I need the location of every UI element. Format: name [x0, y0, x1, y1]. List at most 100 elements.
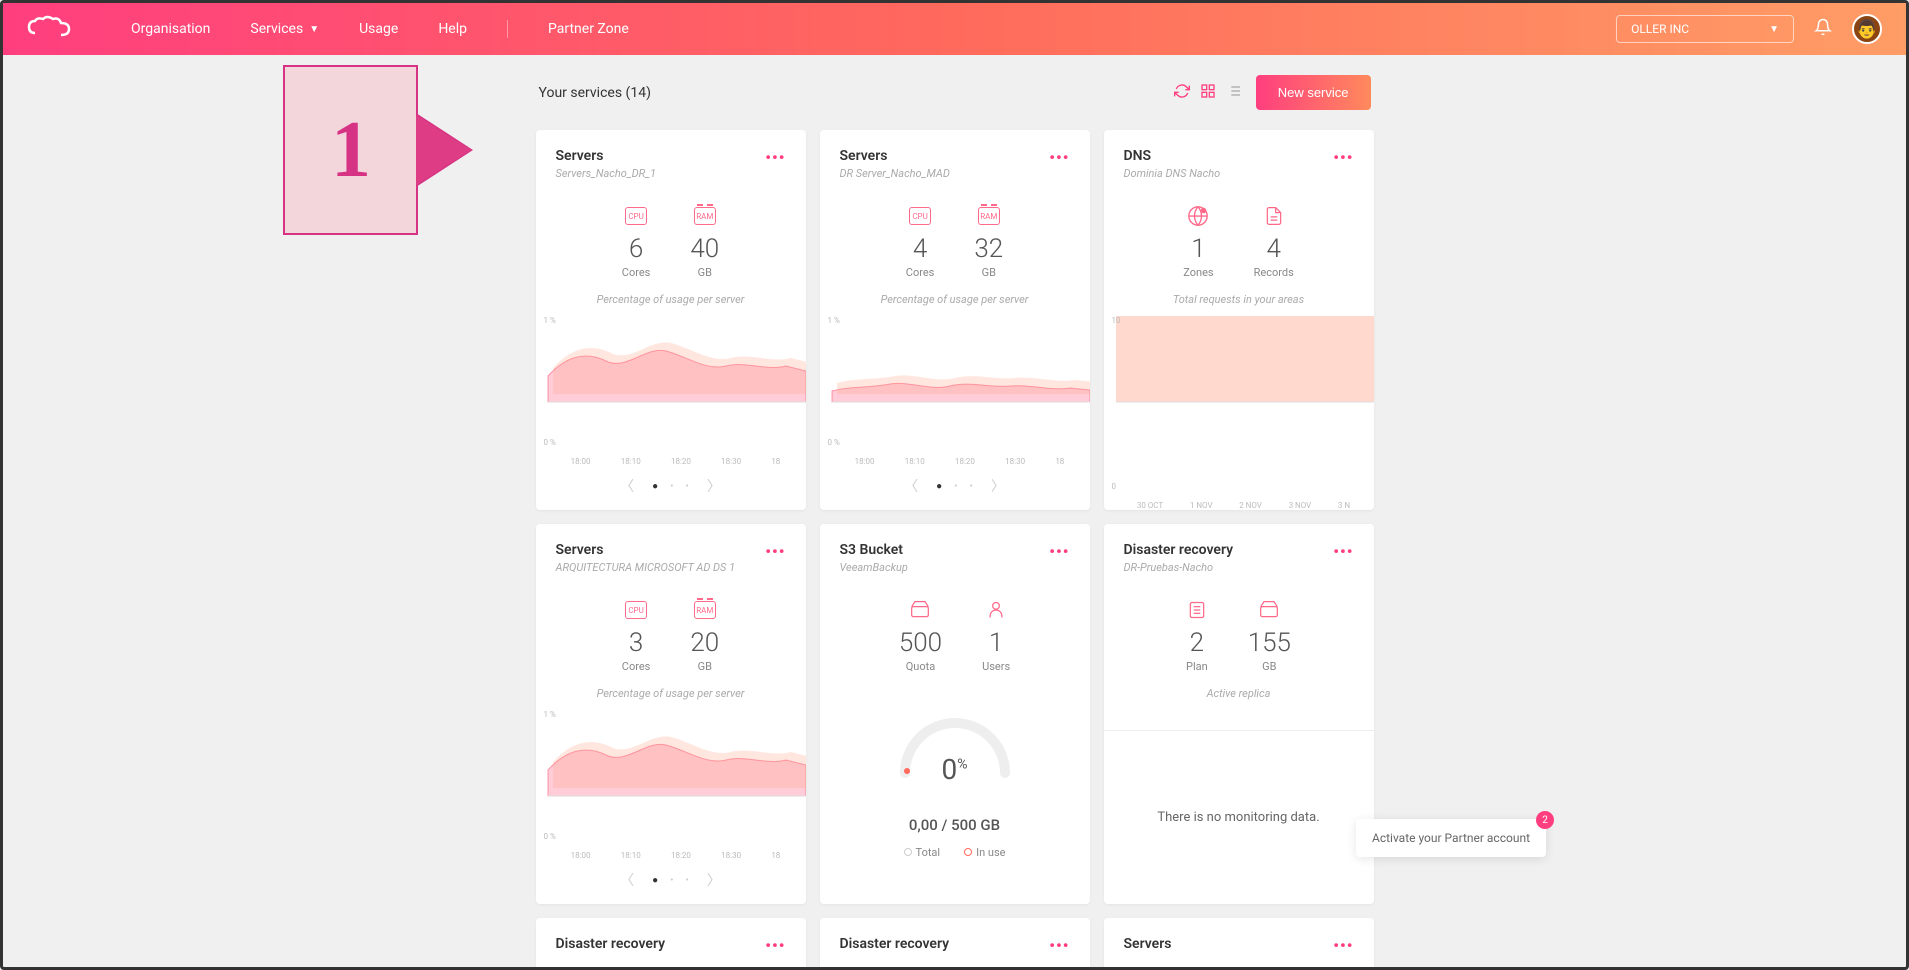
new-service-button[interactable]: New service [1256, 75, 1371, 110]
app-header: Organisation Services ▼ Usage Help Partn… [3, 3, 1906, 55]
nav-organisation[interactable]: Organisation [131, 21, 210, 37]
service-card[interactable]: DNSDominia DNS Nacho•••1Zones4RecordsTot… [1104, 130, 1374, 510]
chart-pager: 〈●••〉 [820, 466, 1090, 510]
globe-icon [1187, 205, 1209, 227]
stat-value: 40 [690, 234, 719, 264]
nav-help[interactable]: Help [438, 21, 467, 37]
stat: RAM32GB [974, 204, 1003, 279]
card-title: DNS [1124, 148, 1221, 164]
primary-nav: Organisation Services ▼ Usage Help Partn… [131, 20, 629, 38]
partner-toast[interactable]: Activate your Partner account 2 [1356, 819, 1546, 857]
stat-value: 4 [1254, 234, 1294, 264]
card-title: Disaster recovery [1124, 542, 1234, 558]
pager-next-icon[interactable]: 〉 [991, 476, 1005, 496]
stat-label: Cores [622, 660, 651, 673]
service-card[interactable]: Disaster recovery ••• [536, 918, 806, 967]
notifications-icon[interactable] [1814, 18, 1832, 40]
stat-label: Records [1254, 266, 1294, 279]
card-legend: Percentage of usage per server [536, 687, 806, 700]
nav-usage[interactable]: Usage [359, 21, 398, 37]
pager-next-icon[interactable]: 〉 [707, 476, 721, 496]
card-menu-icon[interactable]: ••• [765, 148, 785, 167]
pager-prev-icon[interactable]: 〈 [620, 476, 634, 496]
y-label-bottom: 0 % [828, 438, 840, 447]
x-axis: 18:0018:1018:2018:3018 [536, 845, 806, 860]
y-label-top: 10 [1112, 316, 1121, 325]
card-title: Disaster recovery [556, 936, 666, 952]
stat-value: 32 [974, 234, 1003, 264]
service-card[interactable]: ServersServers_Nacho_DR_1•••CPU6CoresRAM… [536, 130, 806, 510]
card-legend: Percentage of usage per server [536, 293, 806, 306]
stat-label: GB [690, 660, 719, 673]
stat-value: 3 [622, 628, 651, 658]
card-menu-icon[interactable]: ••• [1049, 148, 1069, 167]
pager-prev-icon[interactable]: 〈 [620, 870, 634, 890]
ram-icon: RAM [694, 601, 716, 619]
y-label-bottom: 0 [1112, 482, 1117, 491]
toast-text: Activate your Partner account [1372, 831, 1530, 845]
services-toolbar: Your services (14) New service [535, 75, 1375, 110]
usage-chart: 1 %0 % [820, 316, 1090, 451]
service-card[interactable]: S3 BucketVeeamBackup•••500Quota1Users0%0… [820, 524, 1090, 904]
cpu-icon: CPU [909, 207, 931, 225]
card-menu-icon[interactable]: ••• [1333, 148, 1353, 167]
card-menu-icon[interactable]: ••• [765, 936, 785, 955]
logo-icon[interactable] [27, 15, 71, 43]
stat-value: 1 [1183, 234, 1213, 264]
card-subtitle: DR-Pruebas-Nacho [1124, 561, 1234, 574]
nav-services[interactable]: Services ▼ [250, 21, 319, 37]
pager-next-icon[interactable]: 〉 [707, 870, 721, 890]
stat: 2 Plan [1186, 598, 1208, 673]
user-avatar[interactable]: 👨 [1852, 14, 1882, 44]
grid-view-icon[interactable] [1200, 83, 1216, 103]
card-subtitle: ARQUITECTURA MICROSOFT AD DS 1 [556, 561, 736, 574]
org-selector[interactable]: OLLER INC ▼ [1616, 15, 1794, 43]
card-menu-icon[interactable]: ••• [1049, 936, 1069, 955]
usage-chart: 1 %0 % [536, 710, 806, 845]
chevron-down-icon: ▼ [1769, 24, 1779, 35]
list-icon [1187, 599, 1207, 621]
stat: 155GB [1248, 598, 1291, 673]
card-subtitle: Dominia DNS Nacho [1124, 167, 1221, 180]
nav-partner-zone[interactable]: Partner Zone [548, 21, 629, 37]
service-card[interactable]: Servers ••• [1104, 918, 1374, 967]
stat: CPU4Cores [906, 204, 935, 279]
stat: 1Users [982, 598, 1010, 673]
x-axis: 18:0018:1018:2018:3018 [536, 451, 806, 466]
doc-icon [1264, 205, 1284, 227]
stat: RAM 40 GB [690, 204, 719, 279]
list-view-icon[interactable] [1226, 83, 1242, 103]
card-title: Servers [1124, 936, 1172, 952]
stat-label: Zones [1183, 266, 1213, 279]
card-subtitle: Servers_Nacho_DR_1 [556, 167, 657, 180]
quota-text: 0,00 / 500 GB [820, 816, 1090, 834]
toast-badge: 2 [1536, 811, 1554, 829]
stat-label: Users [982, 660, 1010, 673]
refresh-icon[interactable] [1174, 83, 1190, 103]
drive-icon [1258, 600, 1280, 620]
service-card[interactable]: Disaster recovery••• [820, 918, 1090, 967]
card-menu-icon[interactable]: ••• [765, 542, 785, 561]
service-card[interactable]: Servers ARQUITECTURA MICROSOFT AD DS 1 •••… [536, 524, 806, 904]
x-axis: 30 OCT1 NOV2 NOV3 NOV3 N [1104, 495, 1374, 510]
card-title: Servers [556, 542, 736, 558]
card-menu-icon[interactable]: ••• [1333, 936, 1353, 955]
x-axis: 18:0018:1018:2018:3018 [820, 451, 1090, 466]
card-menu-icon[interactable]: ••• [1333, 542, 1353, 561]
stat-label: GB [690, 266, 719, 279]
service-card[interactable]: Disaster recovery DR-Pruebas-Nacho ••• 2 Pla… [1104, 524, 1374, 904]
stat-value: 2 [1186, 628, 1208, 658]
card-title: Servers [840, 148, 950, 164]
ram-icon: RAM [694, 207, 716, 225]
y-label-top: 1 % [544, 710, 556, 719]
card-menu-icon[interactable]: ••• [1049, 542, 1069, 561]
pager-prev-icon[interactable]: 〈 [904, 476, 918, 496]
org-name: OLLER INC [1631, 22, 1689, 36]
stat: RAM20GB [690, 598, 719, 673]
stat: 500Quota [899, 598, 942, 673]
service-card[interactable]: ServersDR Server_Nacho_MAD•••CPU4CoresRA… [820, 130, 1090, 510]
stat-label: GB [974, 266, 1003, 279]
y-label-bottom: 0 % [544, 438, 556, 447]
stat-label: Plan [1186, 660, 1208, 673]
chart-pager: 〈●••〉 [536, 466, 806, 510]
